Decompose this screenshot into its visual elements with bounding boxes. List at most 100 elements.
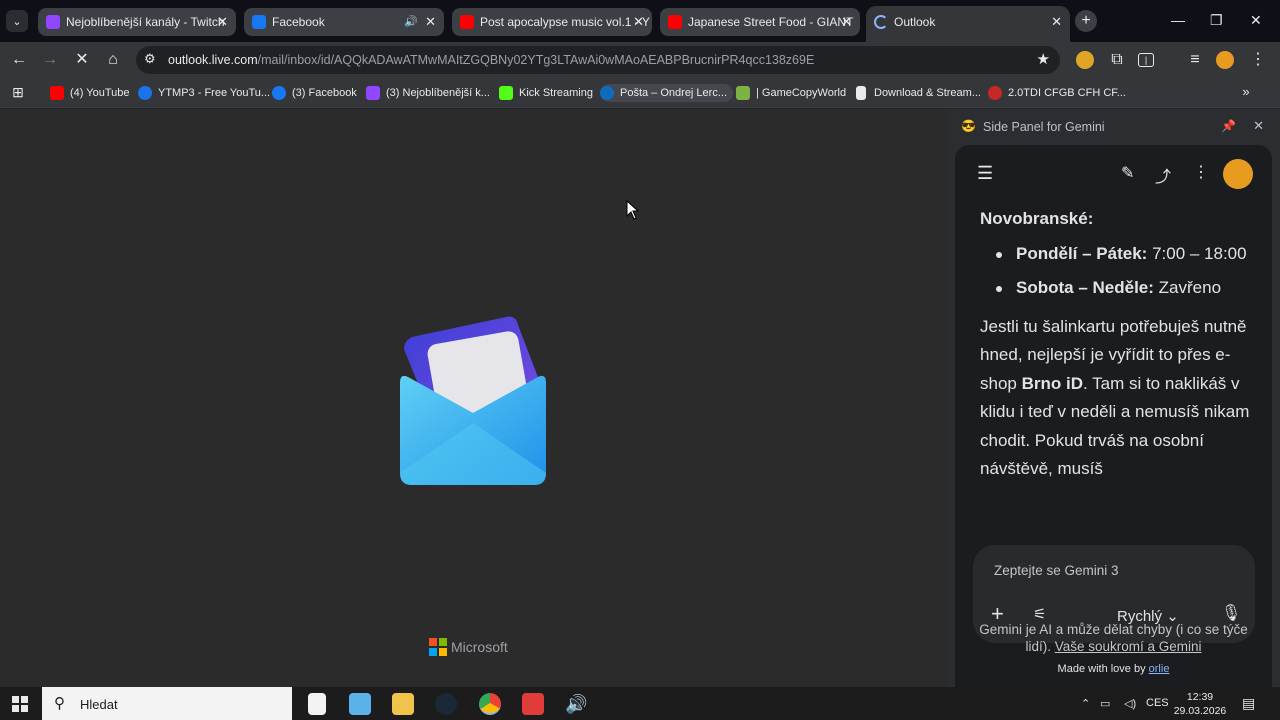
outlook-icon [600, 86, 614, 100]
building-icon [856, 86, 866, 100]
tab-search-button[interactable]: ⌄ [6, 10, 28, 32]
minimize-icon[interactable]: — [1171, 12, 1185, 28]
new-tab-button[interactable]: + [1075, 10, 1097, 32]
apps-grid-icon[interactable]: ⊞ [8, 82, 28, 102]
response-paragraph: Jestli tu šalinkartu potřebuješ nutně hn… [980, 313, 1252, 484]
notifications-icon[interactable]: ▤ [1242, 695, 1255, 712]
windows-start-icon[interactable] [12, 696, 28, 712]
chrome-icon[interactable] [479, 693, 501, 715]
site-info-icon[interactable]: ⚙ [144, 51, 156, 67]
bookmark-star-icon[interactable]: ★ [1037, 50, 1050, 68]
restore-icon[interactable]: ❐ [1210, 12, 1223, 29]
language-indicator[interactable]: CES [1146, 697, 1169, 709]
media-control-icon[interactable]: ≡ [1185, 50, 1205, 70]
twitch-icon [366, 86, 380, 100]
speaker-icon[interactable]: 🔊 [404, 8, 418, 36]
bookmark-kick[interactable]: Kick Streaming [499, 84, 593, 102]
close-icon[interactable]: ✕ [841, 8, 852, 36]
app-triangle-icon[interactable] [522, 693, 544, 715]
share-icon[interactable]: ⤴ [1155, 163, 1171, 187]
new-chat-icon[interactable]: ✎ [1121, 163, 1134, 183]
close-icon[interactable]: ✕ [425, 8, 436, 36]
clock[interactable]: 12:39 29.03.2026 [1168, 690, 1232, 718]
bookmark-label: YTMP3 - Free YouTu... [158, 87, 271, 99]
hours-label: Sobota – Neděle: [1016, 278, 1154, 297]
chevron-right-icon[interactable]: » [1236, 82, 1256, 102]
tab-title: Post apocalypse music vol.1 - Y [480, 15, 650, 29]
side-panel: 😎 Side Panel for Gemini 📌 ✕ ☰ ✎ ⤴ ⋮ Novo… [947, 109, 1280, 687]
volume-icon[interactable]: ◁) [1124, 697, 1136, 710]
bookmark-ytmp3[interactable]: YTMP3 - Free YouTu... [138, 84, 270, 102]
pin-icon[interactable]: 📌 [1221, 119, 1236, 133]
tab-twitch[interactable]: Nejoblíbenější kanály - Twitch ✕ [38, 8, 236, 36]
hours-list: Pondělí – Pátek: 7:00 – 18:00 Sobota – N… [980, 240, 1252, 303]
side-panel-header: 😎 Side Panel for Gemini 📌 ✕ [947, 109, 1280, 145]
tab-japanese-food[interactable]: Japanese Street Food - GIANT ✕ [660, 8, 860, 36]
hamburger-menu-icon[interactable]: ☰ [977, 163, 993, 184]
paragraph-bold: Brno iD [1021, 373, 1083, 393]
home-icon[interactable]: ⌂ [103, 50, 123, 70]
audio-app-icon[interactable]: 🔊 [565, 693, 587, 715]
author-link[interactable]: orlie [1149, 663, 1170, 675]
mouse-cursor-icon [626, 200, 640, 220]
bookmark-tdi[interactable]: 2.0TDI CFGB CFH CF... [988, 84, 1126, 102]
microsoft-grid-icon [429, 638, 447, 656]
more-options-icon[interactable]: ⋮ [1193, 162, 1209, 182]
tray-chevron-icon[interactable]: ⌃ [1081, 697, 1090, 710]
taskbar-search-label: Hledat [80, 697, 118, 712]
bookmark-twitch[interactable]: (3) Nejoblíbenější k... [366, 84, 490, 102]
photos-app-icon[interactable] [349, 693, 371, 715]
chrome-menu-icon[interactable]: ⋮ [1248, 50, 1268, 70]
forward-icon[interactable]: → [40, 50, 60, 70]
privacy-link[interactable]: Vaše soukromí a Gemini [1055, 639, 1202, 654]
profile-avatar[interactable] [1216, 51, 1234, 69]
side-panel-icon[interactable]: | [1138, 53, 1154, 67]
tab-title: Nejoblíbenější kanály - Twitch [66, 15, 225, 29]
bookmark-posta[interactable]: Pošta – Ondrej Lerc... [600, 84, 733, 102]
gemini-top-bar: ☰ ✎ ⤴ ⋮ [955, 145, 1272, 201]
url-host: outlook.live.com [168, 53, 258, 67]
bookmark-label: Download & Stream... [874, 87, 981, 99]
tab-outlook[interactable]: Outlook ✕ [866, 6, 1070, 42]
taskbar-search[interactable]: ⚲ Hledat [42, 687, 292, 720]
close-icon[interactable]: ✕ [633, 8, 644, 36]
list-item: Sobota – Neděle: Zavřeno [996, 274, 1252, 303]
bookmark-label: (4) YouTube [70, 87, 130, 99]
bookmark-label: (3) Facebook [292, 87, 357, 99]
prompt-input[interactable]: Zeptejte se Gemini 3 [994, 563, 1119, 578]
extensions-puzzle-icon[interactable]: ⧉ [1107, 50, 1127, 70]
window-close-icon[interactable]: ✕ [1250, 12, 1262, 29]
bookmark-youtube[interactable]: (4) YouTube [50, 84, 130, 102]
hours-value: 7:00 – 18:00 [1152, 243, 1247, 263]
close-icon[interactable]: ✕ [217, 8, 228, 36]
youtube-icon [668, 15, 682, 29]
close-icon[interactable]: ✕ [1051, 6, 1062, 38]
tab-title: Facebook [272, 15, 325, 29]
steam-icon[interactable] [435, 693, 457, 715]
file-icon[interactable] [308, 693, 326, 715]
tab-strip: ⌄ Nejoblíbenější kanály - Twitch ✕ Faceb… [0, 0, 1280, 42]
extension-emoji-icon[interactable] [1076, 51, 1094, 69]
side-panel-close-icon[interactable]: ✕ [1253, 118, 1264, 134]
user-avatar[interactable] [1223, 159, 1253, 189]
hours-label: Pondělí – Pátek: [1016, 243, 1148, 263]
outlook-logo-icon [400, 316, 546, 485]
tab-post-apocalypse[interactable]: Post apocalypse music vol.1 - Y ✕ [452, 8, 652, 36]
tab-title: Outlook [894, 15, 936, 29]
clock-date: 29.03.2026 [1173, 705, 1227, 717]
file-explorer-icon[interactable] [392, 693, 414, 715]
kick-icon [499, 86, 513, 100]
bookmark-facebook[interactable]: (3) Facebook [272, 84, 357, 102]
youtube-icon [460, 15, 474, 29]
bookmark-download[interactable]: Download & Stream... [854, 84, 981, 102]
microphone-icon[interactable]: 🎙 [1221, 603, 1241, 623]
windows-taskbar: ⚲ Hledat 🔊 ⌃ ▭ ◁) CES 12:39 29.03.2026 ▤ [0, 687, 1280, 720]
back-icon[interactable]: ← [9, 50, 29, 70]
address-bar[interactable]: ⚙ outlook.live.com/mail/inbox/id/AQQkADA… [136, 46, 1060, 74]
url-text[interactable]: outlook.live.com/mail/inbox/id/AQQkADAwA… [168, 53, 814, 67]
gear-icon [988, 86, 1002, 100]
network-icon[interactable]: ▭ [1100, 697, 1110, 710]
stop-loading-icon[interactable]: ✕ [72, 50, 92, 70]
bookmark-gamecopyworld[interactable]: | GameCopyWorld [736, 84, 846, 102]
tab-facebook[interactable]: Facebook 🔊 ✕ [244, 8, 444, 36]
